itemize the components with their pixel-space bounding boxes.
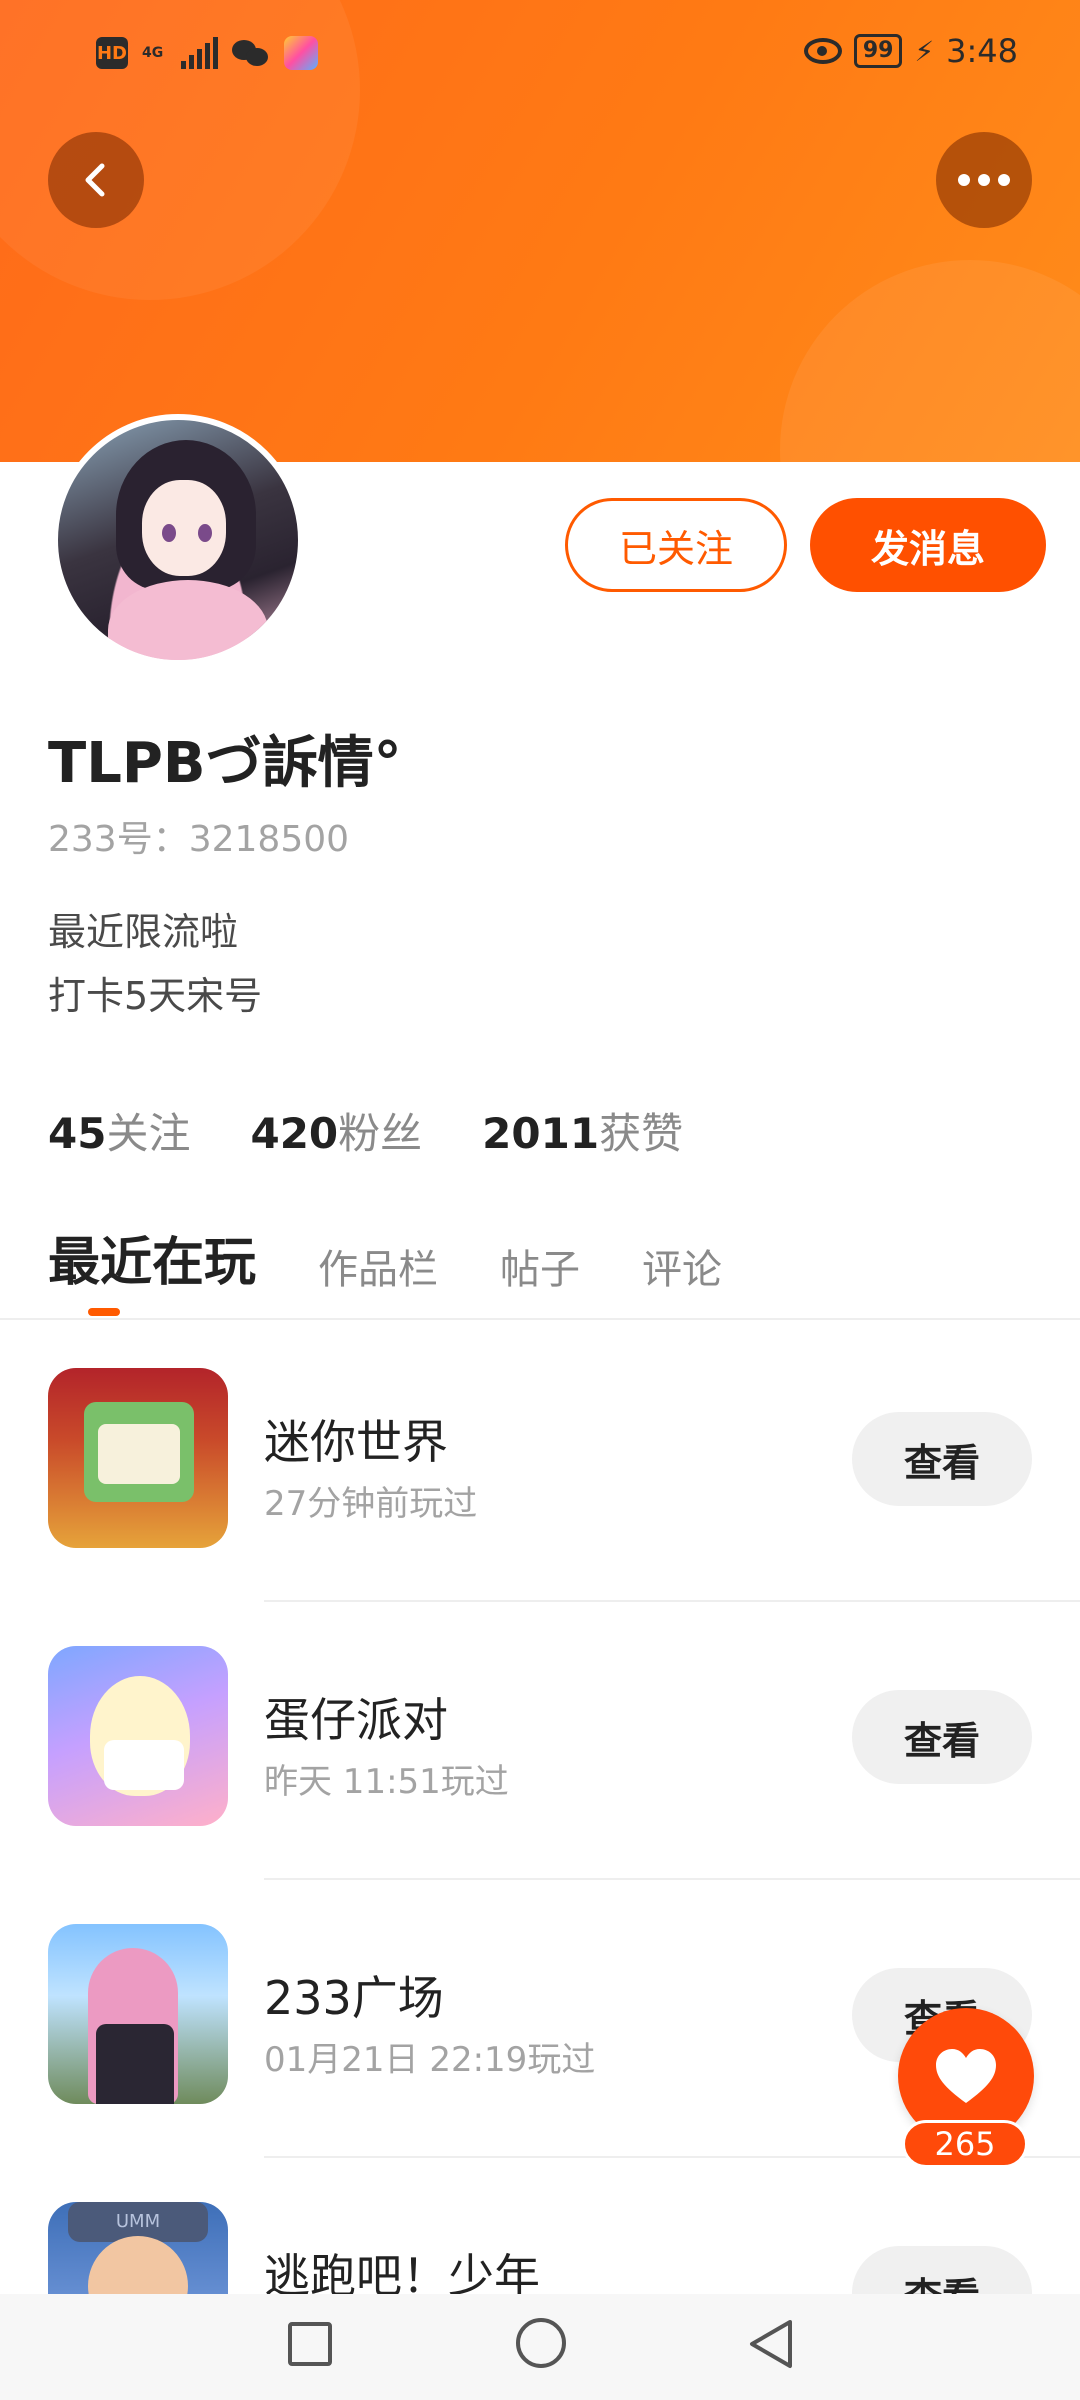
user-id: 233号：3218500: [48, 819, 350, 860]
heart-icon: [936, 2049, 996, 2103]
like-count-badge: 265: [902, 2120, 1028, 2168]
game-icon-233-plaza[interactable]: [48, 1924, 228, 2104]
game-played-time: 27分钟前玩过: [264, 1484, 478, 1524]
bio-line: 最近限流啦: [48, 910, 239, 954]
tab-comments[interactable]: 评论: [642, 1237, 722, 1305]
charging-icon: ⚡: [914, 34, 935, 68]
view-button[interactable]: 查看: [852, 2246, 1032, 2294]
wechat-icon: [232, 38, 270, 68]
game-icon-egg-party[interactable]: [48, 1646, 228, 1826]
followed-button[interactable]: 已关注: [565, 498, 787, 592]
home-button[interactable]: [516, 2318, 566, 2368]
more-button[interactable]: [936, 132, 1032, 228]
active-tab-indicator: [88, 1308, 120, 1316]
bio-line: 打卡5天宋号: [48, 974, 263, 1018]
tab-posts[interactable]: 帖子: [500, 1237, 580, 1305]
game-icon-run-boy[interactable]: UMM: [48, 2202, 228, 2294]
fans-count: 420: [250, 1109, 339, 1158]
more-dots-icon: [958, 174, 1010, 186]
battery-indicator: 99: [853, 34, 903, 68]
view-button[interactable]: 查看: [852, 1412, 1032, 1506]
network-type: 4G: [142, 45, 164, 61]
back-nav-button[interactable]: [746, 2318, 796, 2370]
game-title: 233广场: [264, 1971, 444, 2025]
fans-label: 粉丝: [338, 1109, 423, 1158]
list-item[interactable]: 蛋仔派对 昨天 11:51玩过 查看: [0, 1646, 1080, 1924]
likes-stat[interactable]: 2011获赞: [482, 1100, 683, 1161]
profile-stats: 45关注 420粉丝 2011获赞: [48, 1100, 683, 1161]
game-played-time: 01月21日 22:19玩过: [264, 2040, 596, 2080]
following-stat[interactable]: 45关注: [48, 1100, 190, 1161]
game-title: 迷你世界: [264, 1415, 448, 1469]
tab-works[interactable]: 作品栏: [318, 1237, 438, 1305]
list-item[interactable]: UMM 逃跑吧！少年 查看: [0, 2202, 1080, 2294]
divider: [264, 1600, 1080, 1602]
game-title: 蛋仔派对: [264, 1693, 448, 1747]
divider: [0, 1318, 1080, 1320]
avatar[interactable]: [52, 414, 304, 666]
divider: [264, 1878, 1080, 1880]
clock: 3:48: [946, 32, 1018, 70]
hd-icon: HD: [96, 37, 128, 69]
following-count: 45: [48, 1109, 107, 1158]
likes-label: 获赞: [599, 1109, 684, 1158]
view-button[interactable]: 查看: [852, 1690, 1032, 1784]
profile-tabs: 最近在玩 作品栏 帖子 评论: [48, 1220, 722, 1305]
user-bio: 最近限流啦 打卡5天宋号: [48, 900, 262, 1028]
recent-apps-button[interactable]: [288, 2322, 332, 2366]
likes-count: 2011: [482, 1109, 600, 1158]
game-title: 逃跑吧！少年: [264, 2249, 540, 2294]
game-played-time: 昨天 11:51玩过: [264, 1762, 509, 1802]
signal-icon: [181, 37, 219, 69]
fans-stat[interactable]: 420粉丝: [250, 1100, 422, 1161]
chevron-left-icon: [85, 163, 105, 197]
status-bar: HD 4G 99 ⚡ 3:48: [0, 0, 1080, 110]
list-item[interactable]: 迷你世界 27分钟前玩过 查看: [0, 1368, 1080, 1646]
eye-comfort-icon: [803, 38, 842, 64]
send-message-button[interactable]: 发消息: [810, 498, 1046, 592]
game-icon-mini-world[interactable]: [48, 1368, 228, 1548]
tab-recently-played[interactable]: 最近在玩: [48, 1220, 256, 1305]
following-label: 关注: [106, 1109, 191, 1158]
username: TLPBづ訴情°: [48, 731, 402, 796]
back-button[interactable]: [48, 132, 144, 228]
app-notification-icon: [284, 36, 319, 70]
